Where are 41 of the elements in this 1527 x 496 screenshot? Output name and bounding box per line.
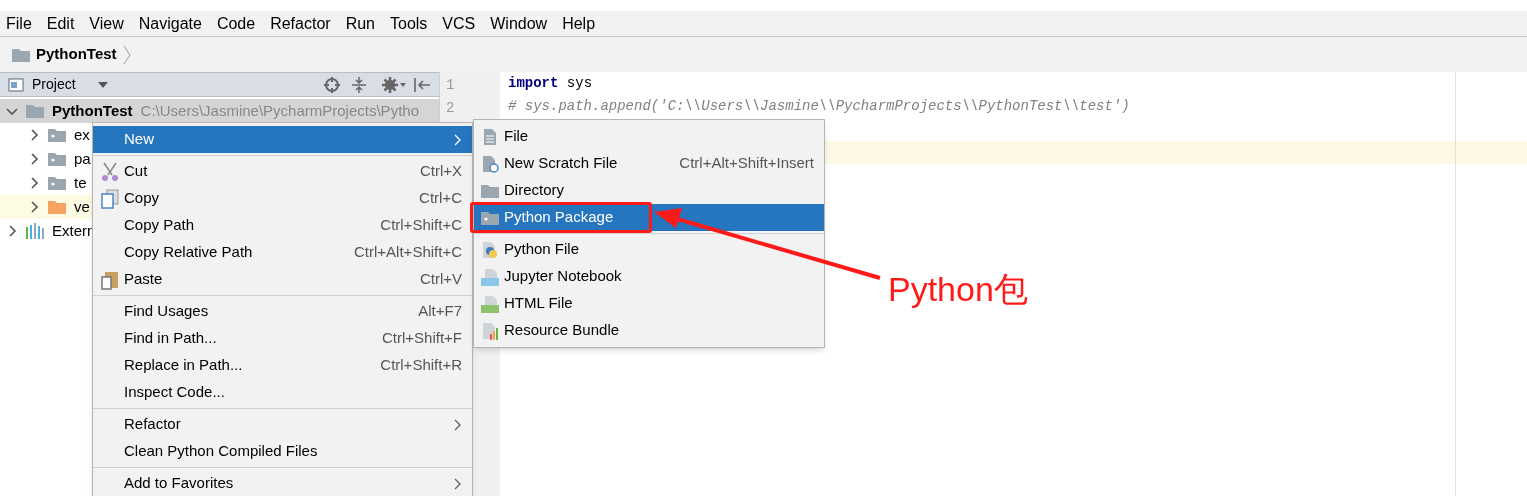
code-comment: # sys.path.append('C:\\Users\\Jasmine\\PycharmProjects\\PythonTest\\test'): [508, 97, 1130, 116]
menu-item-shortcut: Ctrl+V: [419, 269, 462, 290]
menu-item-label: Resource Bundle: [504, 320, 620, 341]
menu-item-label: Jupyter Notebook: [504, 266, 622, 287]
menu-item-shortcut: Ctrl+X: [419, 161, 462, 182]
menu-item-label: New: [124, 129, 154, 150]
code-line: import sys: [508, 74, 593, 93]
menu-item-shortcut: Ctrl+Alt+Shift+C: [354, 242, 462, 263]
tree-item-label: te: [74, 172, 87, 193]
menu-item-shortcut: Ctrl+Shift+F: [381, 328, 462, 349]
line-number: 2: [446, 100, 455, 116]
menu-item-label: Inspect Code...: [124, 382, 225, 403]
menu-item-shortcut: Alt+F7: [418, 301, 462, 322]
menu-item-label: Find in Path...: [124, 328, 217, 349]
tree-item-path: C:\Users\Jasmine\PycharmProjects\Pytho: [140, 100, 419, 121]
tree-item-label: pa: [74, 148, 91, 169]
menu-item-label: Replace in Path...: [124, 355, 243, 376]
menu-item-shortcut: Ctrl+Alt+Shift+Insert: [679, 153, 814, 174]
tree-item-label: ex: [74, 124, 90, 145]
menu-item-label: HTML File: [504, 293, 573, 314]
menu-item-label: Refactor: [124, 414, 181, 435]
tree-item-label: ve: [74, 196, 90, 217]
menu-item-label: Directory: [504, 180, 564, 201]
menu-item-label: New Scratch File: [504, 153, 618, 174]
menu-item-label: Python File: [504, 239, 580, 260]
menu-item-label: Copy Relative Path: [124, 242, 253, 263]
menu-item-label: Find Usages: [124, 301, 209, 322]
menu-item-label: Python Package: [504, 207, 614, 228]
menu-item-label: Copy: [124, 188, 160, 209]
menu-item-shortcut: Ctrl+Shift+C: [380, 215, 462, 236]
menu-item-label: Copy Path: [124, 215, 195, 236]
menu-item-label: Cut: [124, 161, 148, 182]
line-number: 1: [446, 77, 455, 93]
menu-item-label: Add to Favorites: [124, 473, 234, 494]
tree-item-label: PythonTest: [52, 100, 133, 121]
menu-item-shortcut: Ctrl+Shift+R: [380, 355, 462, 376]
menu-item-label: File: [504, 126, 529, 147]
menu-item-label: Clean Python Compiled Files: [124, 441, 318, 462]
annotation-text: Python包: [888, 269, 1028, 310]
menu-item-label: Paste: [124, 269, 163, 290]
menu-item-shortcut: Ctrl+C: [419, 188, 462, 209]
